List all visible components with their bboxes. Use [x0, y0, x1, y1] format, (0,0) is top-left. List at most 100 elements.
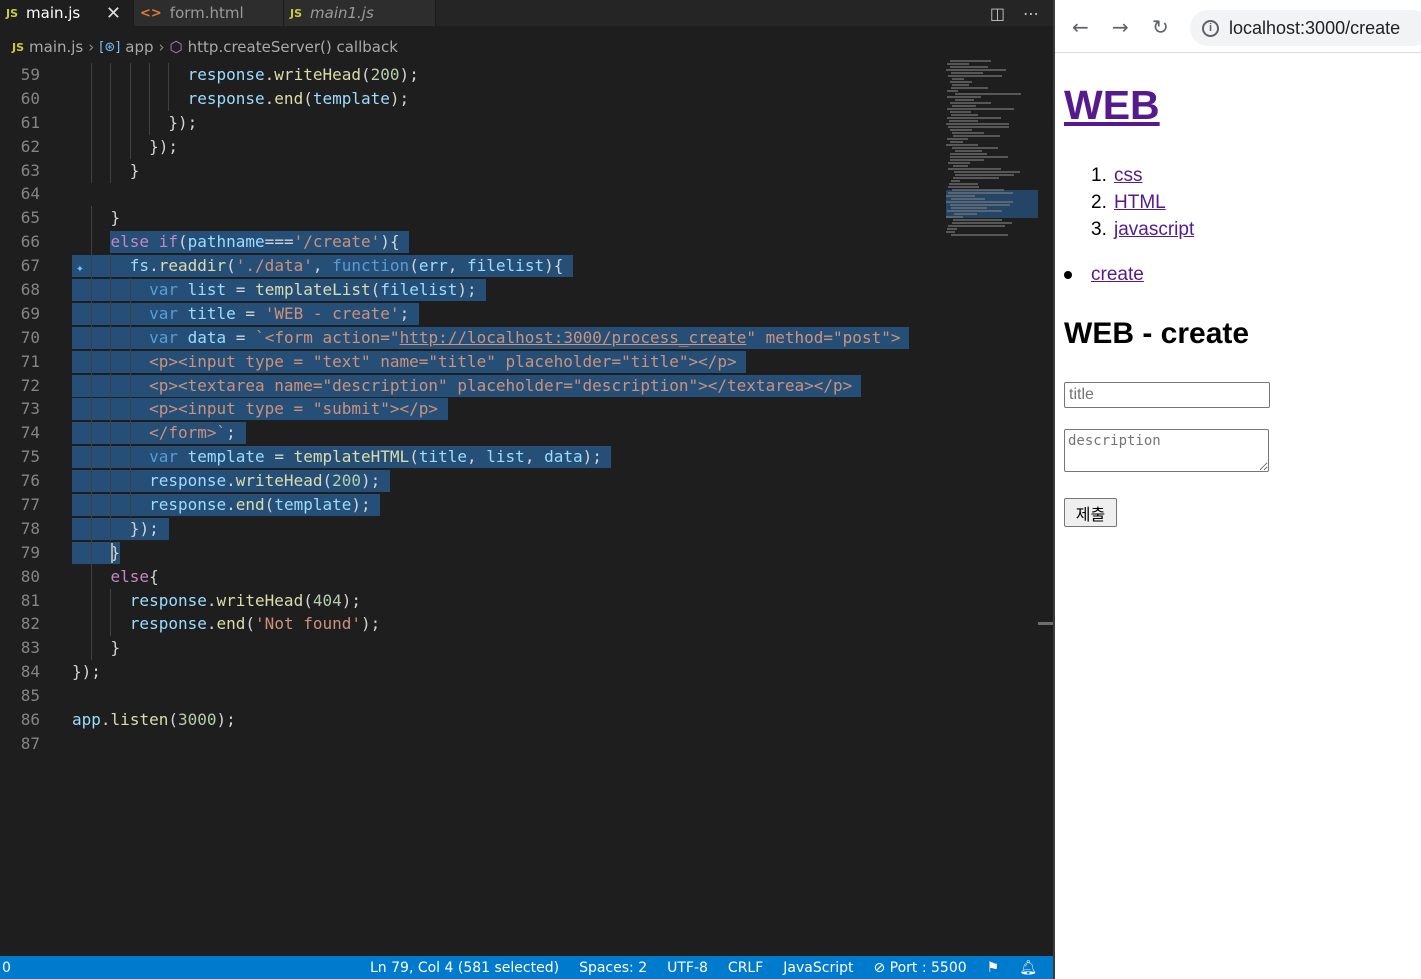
minimap-line [947, 96, 981, 98]
notifications-icon[interactable]: 🔔︎ [1019, 960, 1037, 976]
code-line[interactable]: 59 response.writeHead(200); [0, 63, 1038, 87]
status-encoding[interactable]: UTF-8 [667, 960, 708, 976]
minimap-line [951, 114, 978, 116]
minimap-line [951, 87, 988, 89]
address-bar[interactable]: i localhost:3000/create [1190, 10, 1421, 46]
minimap-line [952, 222, 1012, 224]
code-line[interactable]: 74 </form>`; [0, 421, 1038, 446]
code-line[interactable]: 80 else{ [0, 564, 1038, 589]
code-area[interactable]: 59 response.writeHead(200); 60 response.e… [0, 63, 1038, 756]
site-info-icon[interactable]: i [1202, 19, 1219, 37]
topic-link-css[interactable]: css [1114, 165, 1143, 186]
create-link[interactable]: create [1091, 264, 1144, 285]
html-file-icon: <> [140, 5, 162, 21]
javascript-file-icon: JS [6, 6, 19, 20]
text-cursor [110, 542, 113, 563]
tab-label: form.html [169, 4, 244, 22]
minimap-line [946, 201, 1013, 203]
code-line[interactable]: 78 }); [0, 516, 1038, 541]
breadcrumb-symbol-app[interactable]: app [125, 38, 153, 56]
code-line[interactable]: 76 response.writeHead(200); [0, 469, 1038, 494]
minimap-line [948, 162, 970, 164]
code-line[interactable]: 70 var data = `<form action="http://loca… [0, 325, 1038, 350]
minimap-line [950, 153, 987, 155]
code-line[interactable]: 77 response.end(template); [0, 493, 1038, 518]
line-number: 61 [20, 112, 40, 132]
code-line[interactable]: 71 <p><input type = "text" name="title" … [0, 349, 1038, 374]
code-line[interactable]: 65 } [0, 206, 1038, 231]
minimap-line [950, 159, 984, 161]
code-text: }); [72, 662, 101, 682]
tab-form-html[interactable]: <> form.html [134, 0, 284, 26]
minimap-line [949, 120, 978, 122]
url-text[interactable]: localhost:3000/create [1229, 18, 1400, 39]
code-line[interactable]: 63 } [0, 158, 1038, 183]
code-text: var list = templateList(filelist); [149, 280, 477, 300]
code-line[interactable]: 69 var title = 'WEB - create'; [0, 301, 1038, 326]
status-indentation[interactable]: Spaces: 2 [579, 960, 647, 976]
minimap-line [949, 183, 978, 185]
description-textarea[interactable] [1064, 429, 1269, 472]
status-cursor-position[interactable]: Ln 79, Col 4 (581 selected) [370, 960, 559, 976]
code-line[interactable]: 60 response.end(template); [0, 86, 1038, 111]
breadcrumb-symbol-callback[interactable]: http.createServer() callback [188, 38, 398, 56]
code-line[interactable]: 61 }); [0, 110, 1038, 135]
split-editor-icon[interactable]: ◫ [990, 4, 1005, 23]
status-eol[interactable]: CRLF [728, 960, 763, 976]
code-editor: JS main.js ✕ <> form.html JS main1.js ◫ … [0, 0, 1053, 979]
minimap[interactable] [944, 60, 1038, 240]
browser-window: ← → ↻ i localhost:3000/create WEB 1. css … [1055, 0, 1421, 979]
code-line[interactable]: 84}); [0, 660, 1038, 684]
code-line[interactable]: 87 [0, 732, 1038, 756]
status-port: Port : 5500 [889, 959, 967, 976]
submit-button[interactable]: 제출 [1064, 498, 1117, 527]
minimap-line [951, 207, 987, 209]
code-line[interactable]: 64 [0, 182, 1038, 206]
code-text: app.listen(3000); [72, 710, 236, 730]
reload-icon[interactable]: ↻ [1152, 15, 1169, 39]
code-line[interactable]: 72 <p><textarea name="description" place… [0, 373, 1038, 398]
code-text: var template = templateHTML(title, list,… [149, 447, 602, 467]
status-problems[interactable]: 0 [0, 960, 11, 976]
code-text: fs.readdir('./data', function(err, filel… [129, 256, 564, 276]
code-line[interactable]: 73 <p><input type = "submit"></p> [0, 397, 1038, 422]
code-line[interactable]: 83 } [0, 636, 1038, 661]
minimap-line [947, 108, 1014, 110]
line-number: 70 [20, 327, 40, 347]
title-input[interactable] [1064, 382, 1270, 408]
minimap-line [955, 99, 974, 101]
code-line[interactable]: 67 fs.readdir('./data', function(err, fi… [0, 254, 1038, 279]
port-icon: ⊘ [873, 959, 886, 976]
code-text: } [110, 638, 121, 658]
vertical-scrollbar[interactable] [1038, 58, 1053, 954]
code-line[interactable]: 62 }); [0, 134, 1038, 159]
status-language[interactable]: JavaScript [783, 960, 853, 976]
tab-main-js[interactable]: JS main.js ✕ [0, 0, 134, 26]
forward-arrow-icon[interactable]: → [1112, 15, 1129, 39]
code-line[interactable]: 86 app.listen(3000); [0, 708, 1038, 732]
code-line[interactable]: 66 else if(pathname==='/create'){ [0, 230, 1038, 255]
minimap-line [946, 123, 1009, 125]
minimap-line [950, 141, 963, 143]
topic-link-html[interactable]: HTML [1114, 192, 1166, 213]
more-actions-icon[interactable]: ⋯ [1023, 4, 1039, 23]
code-line[interactable]: 85 [0, 684, 1038, 708]
topic-link-javascript[interactable]: javascript [1114, 219, 1194, 240]
code-line[interactable]: 82 response.end('Not found'); [0, 612, 1038, 637]
code-line[interactable]: 81 response.writeHead(404); [0, 588, 1038, 613]
feedback-icon[interactable]: ⚑ [987, 960, 1000, 976]
minimap-line [953, 219, 1002, 221]
chevron-right-icon: › [158, 38, 165, 56]
code-line[interactable]: 75 var template = templateHTML(title, li… [0, 445, 1038, 470]
code-line[interactable]: 68 var list = templateList(filelist); [0, 278, 1038, 303]
page-title-link[interactable]: WEB [1064, 82, 1160, 129]
line-number: 87 [20, 733, 40, 753]
tab-main1-js[interactable]: JS main1.js [284, 0, 436, 26]
breadcrumb-file[interactable]: main.js [29, 38, 83, 56]
line-number: 71 [20, 351, 40, 371]
back-arrow-icon[interactable]: ← [1072, 15, 1089, 39]
scrollbar-thumb[interactable] [1038, 622, 1053, 625]
code-line[interactable]: 79 } [0, 540, 1038, 565]
status-live-server[interactable]: ⊘ Port : 5500 [873, 960, 966, 976]
close-icon[interactable]: ✕ [106, 3, 121, 24]
